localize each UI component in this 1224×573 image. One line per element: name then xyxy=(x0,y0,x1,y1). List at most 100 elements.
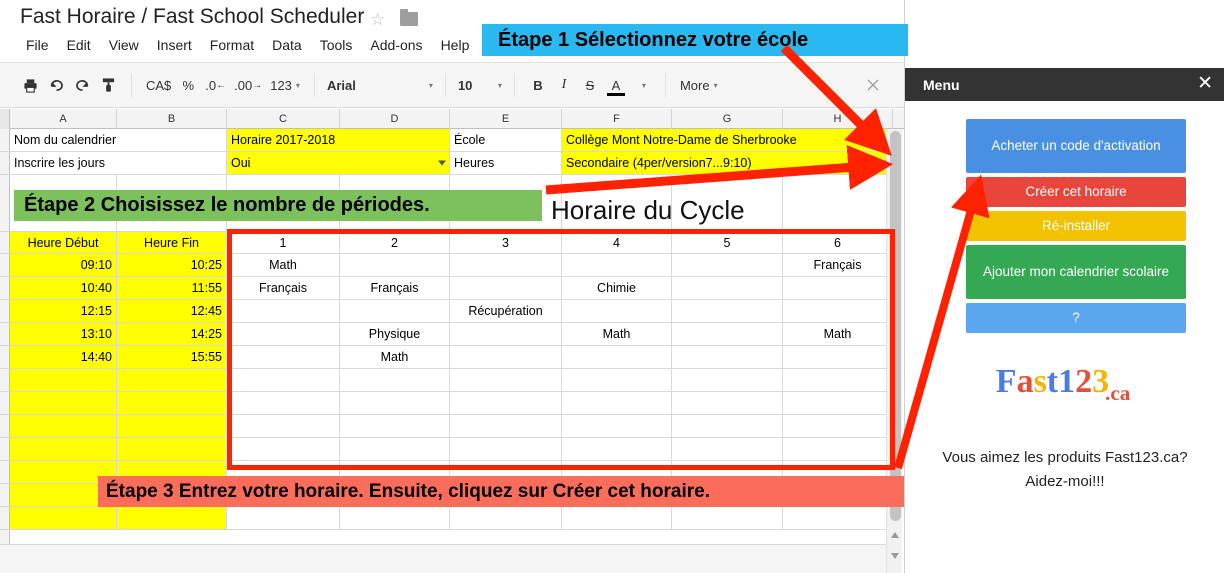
schedule-cell-r4-p3[interactable] xyxy=(450,346,562,369)
schedule-cell-r7-p2[interactable] xyxy=(340,415,450,438)
schedule-header-period-1[interactable]: 1 xyxy=(227,232,340,254)
schedule-cell-r1-p6[interactable] xyxy=(783,277,893,300)
schedule-cell-r6-p4[interactable] xyxy=(562,392,672,415)
schedule-cell-r11-p2[interactable] xyxy=(340,507,450,530)
schedule-cell-r3-p5[interactable] xyxy=(672,323,783,346)
schedule-cell-r7-p4[interactable] xyxy=(562,415,672,438)
schedule-cell-r4-p1[interactable] xyxy=(227,346,340,369)
schedule-cell-r1-p1[interactable]: Français xyxy=(227,277,340,300)
settings-label2-0[interactable]: École xyxy=(450,129,562,152)
column-header-H[interactable]: H xyxy=(783,109,893,129)
schedule-cell-r0-p1[interactable]: Math xyxy=(227,254,340,277)
schedule-end-11[interactable] xyxy=(117,507,227,530)
schedule-cell-r3-p2[interactable]: Physique xyxy=(340,323,450,346)
menu-item-tools[interactable]: Tools xyxy=(311,36,362,58)
row-header-8[interactable] xyxy=(0,323,10,346)
schedule-cell-r8-p4[interactable] xyxy=(562,438,672,461)
sidebar-button-4[interactable]: ? xyxy=(966,303,1186,333)
sidebar-button-0[interactable]: Acheter un code d'activation xyxy=(966,119,1186,173)
schedule-start-3[interactable]: 13:10 xyxy=(10,323,117,346)
schedule-cell-r2-p4[interactable] xyxy=(562,300,672,323)
document-title[interactable]: Fast Horaire / Fast School Scheduler xyxy=(20,5,364,29)
row-header-10[interactable] xyxy=(0,369,10,392)
settings-label-1[interactable]: Inscrire les jours xyxy=(10,152,227,175)
row-header-12[interactable] xyxy=(0,415,10,438)
schedule-cell-r2-p1[interactable] xyxy=(227,300,340,323)
schedule-end-5[interactable] xyxy=(117,369,227,392)
currency-button[interactable]: CA$ xyxy=(142,72,175,98)
schedule-cell-r8-p2[interactable] xyxy=(340,438,450,461)
text-color-dropdown-caret[interactable]: ▾ xyxy=(629,72,655,98)
sidebar-button-3[interactable]: Ajouter mon calendrier scolaire xyxy=(966,245,1186,299)
percent-button[interactable]: % xyxy=(175,72,201,98)
schedule-start-5[interactable] xyxy=(10,369,117,392)
schedule-header-period-3[interactable]: 3 xyxy=(450,232,562,254)
schedule-cell-r1-p3[interactable] xyxy=(450,277,562,300)
schedule-header-period-4[interactable]: 4 xyxy=(562,232,672,254)
collapse-toolbar-icon[interactable] xyxy=(860,72,886,98)
italic-button[interactable]: I xyxy=(551,72,577,98)
schedule-cell-r7-p3[interactable] xyxy=(450,415,562,438)
scroll-down-arrow[interactable] xyxy=(891,553,899,559)
schedule-cell-r8-p5[interactable] xyxy=(672,438,783,461)
row-header-4[interactable] xyxy=(0,232,10,254)
select-all-corner[interactable] xyxy=(0,109,10,129)
strikethrough-button[interactable]: S xyxy=(577,72,603,98)
close-icon[interactable]: ✕ xyxy=(1197,74,1213,94)
schedule-end-2[interactable]: 12:45 xyxy=(117,300,227,323)
schedule-cell-r5-p6[interactable] xyxy=(783,369,893,392)
schedule-end-6[interactable] xyxy=(117,392,227,415)
menu-item-view[interactable]: View xyxy=(100,36,148,58)
row-header-9[interactable] xyxy=(0,346,10,369)
schedule-cell-r6-p5[interactable] xyxy=(672,392,783,415)
schedule-cell-r1-p5[interactable] xyxy=(672,277,783,300)
menu-item-file[interactable]: File xyxy=(17,36,58,58)
star-icon[interactable]: ☆ xyxy=(370,11,387,28)
schedule-cell-r3-p4[interactable]: Math xyxy=(562,323,672,346)
row-header-14[interactable] xyxy=(0,461,10,484)
schedule-cell-r3-p3[interactable] xyxy=(450,323,562,346)
folder-icon[interactable] xyxy=(400,9,418,26)
row-header-3[interactable] xyxy=(0,175,10,232)
paint-format-icon[interactable] xyxy=(95,72,121,98)
schedule-cell-r5-p1[interactable] xyxy=(227,369,340,392)
sidebar-button-2[interactable]: Ré-installer xyxy=(966,211,1186,241)
menu-item-help[interactable]: Help xyxy=(432,36,479,58)
column-header-E[interactable]: E xyxy=(450,109,562,129)
scrollbar-thumb[interactable] xyxy=(890,131,901,521)
schedule-end-7[interactable] xyxy=(117,415,227,438)
schedule-start-2[interactable]: 12:15 xyxy=(10,300,117,323)
schedule-start-7[interactable] xyxy=(10,415,117,438)
schedule-cell-r8-p6[interactable] xyxy=(783,438,893,461)
column-header-G[interactable]: G xyxy=(672,109,783,129)
schedule-cell-r0-p5[interactable] xyxy=(672,254,783,277)
settings-value-1[interactable]: Oui xyxy=(227,152,450,175)
schedule-cell-r5-p5[interactable] xyxy=(672,369,783,392)
schedule-start-4[interactable]: 14:40 xyxy=(10,346,117,369)
column-header-F[interactable]: F xyxy=(562,109,672,129)
column-header-D[interactable]: D xyxy=(340,109,450,129)
schedule-cell-r8-p3[interactable] xyxy=(450,438,562,461)
schedule-header-heure-fin[interactable]: Heure Fin xyxy=(117,232,227,254)
schedule-cell-r4-p5[interactable] xyxy=(672,346,783,369)
schedule-cell-r7-p5[interactable] xyxy=(672,415,783,438)
redo-icon[interactable] xyxy=(69,72,95,98)
schedule-cell-r6-p6[interactable] xyxy=(783,392,893,415)
schedule-header-period-5[interactable]: 5 xyxy=(672,232,783,254)
number-format-button[interactable]: 123 ▾ xyxy=(266,72,304,98)
schedule-cell-r4-p4[interactable] xyxy=(562,346,672,369)
schedule-cell-r0-p3[interactable] xyxy=(450,254,562,277)
font-size-select[interactable]: 10 ▾ xyxy=(452,72,508,98)
schedule-cell-r2-p5[interactable] xyxy=(672,300,783,323)
schedule-cell-r2-p6[interactable] xyxy=(783,300,893,323)
text-color-button[interactable]: A xyxy=(603,72,629,98)
schedule-cell-r1-p4[interactable]: Chimie xyxy=(562,277,672,300)
settings-label-0[interactable]: Nom du calendrier xyxy=(10,129,227,152)
schedule-header-heure-debut[interactable]: Heure Début xyxy=(10,232,117,254)
menu-item-add-ons[interactable]: Add-ons xyxy=(361,36,431,58)
row-header-6[interactable] xyxy=(0,277,10,300)
schedule-end-0[interactable]: 10:25 xyxy=(117,254,227,277)
schedule-cell-r5-p3[interactable] xyxy=(450,369,562,392)
row-header-15[interactable] xyxy=(0,484,10,507)
schedule-cell-r11-p3[interactable] xyxy=(450,507,562,530)
